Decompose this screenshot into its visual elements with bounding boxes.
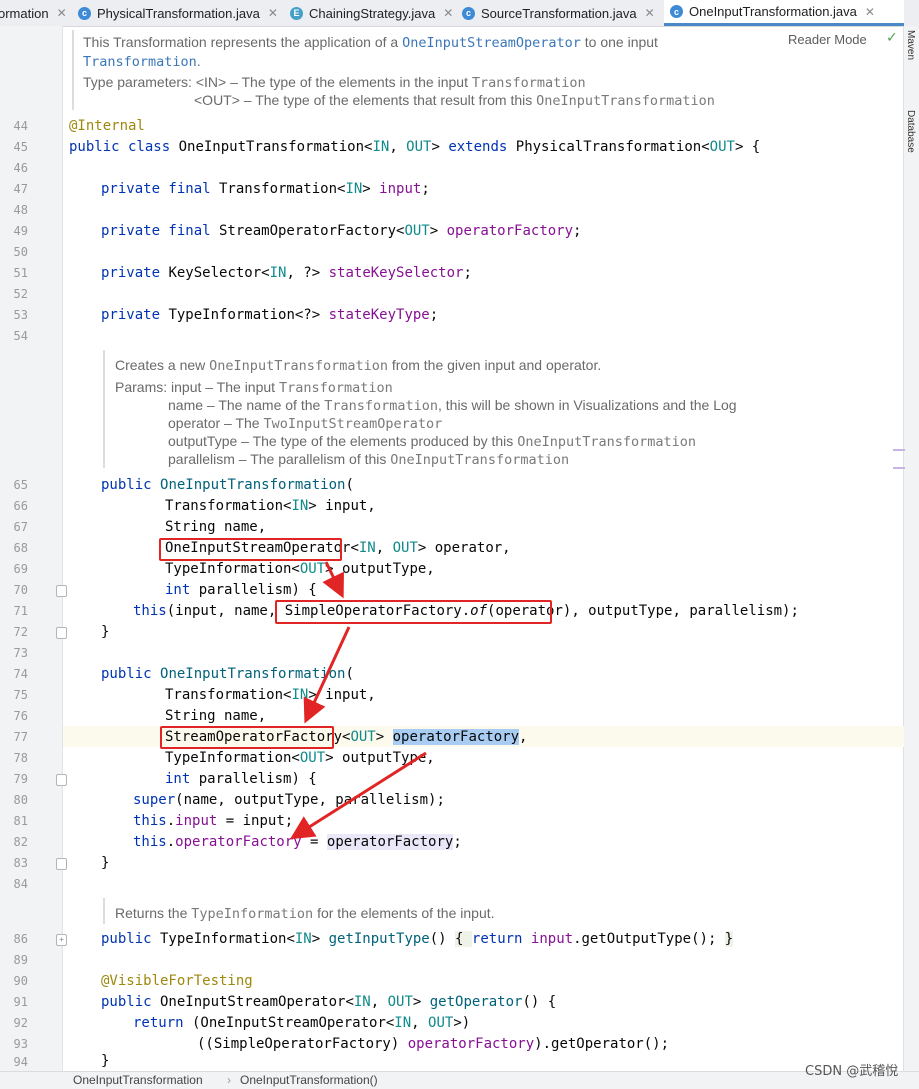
breadcrumb: OneInputTransformation › OneInputTransfo… bbox=[0, 1071, 919, 1089]
arrow-factory-of-to-factory-param bbox=[303, 626, 351, 724]
breadcrumb-item-class[interactable]: OneInputTransformation bbox=[73, 1073, 203, 1087]
arrow-operator-to-factory-of bbox=[322, 561, 344, 599]
chevron-right-icon: › bbox=[227, 1073, 231, 1087]
arrow-param-to-field-assign bbox=[289, 751, 427, 840]
breadcrumb-item-method[interactable]: OneInputTransformation() bbox=[240, 1073, 378, 1087]
watermark: CSDN @武稽悅 bbox=[805, 1064, 899, 1079]
annotation-arrows bbox=[289, 561, 427, 840]
